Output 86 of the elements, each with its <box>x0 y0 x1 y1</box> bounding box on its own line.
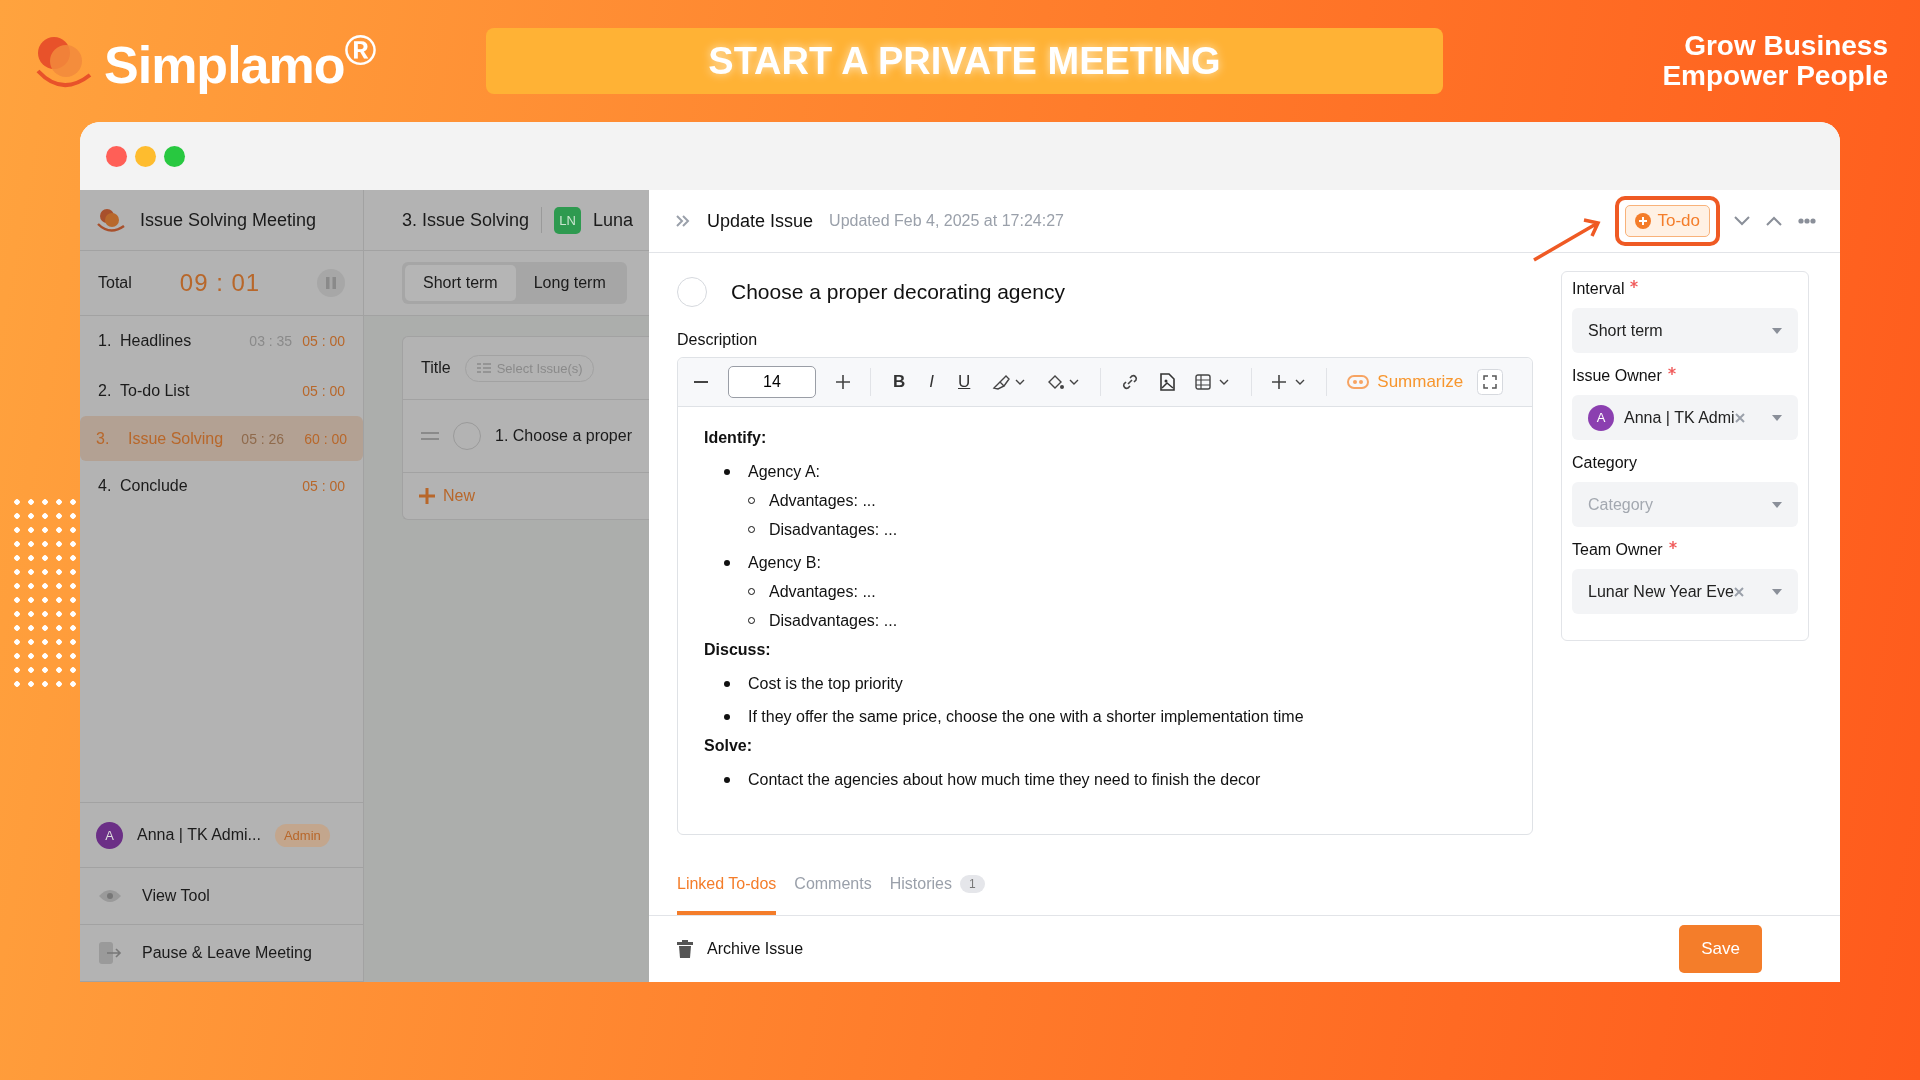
view-tool-item[interactable]: View Tool <box>80 868 363 925</box>
pause-icon <box>326 277 336 289</box>
section-heading: Identify: <box>704 429 768 447</box>
clear-icon[interactable] <box>1733 586 1744 597</box>
interval-tab[interactable]: Short term <box>405 265 516 301</box>
issue-title[interactable]: Choose a proper decorating agency <box>731 280 1065 304</box>
chevron-down-icon[interactable] <box>1734 216 1750 226</box>
select-field[interactable]: Short term <box>1572 308 1798 353</box>
font-size-field[interactable]: 14 <box>728 366 816 398</box>
tab[interactable]: Histories 1 <box>889 875 985 915</box>
clear-icon[interactable] <box>1734 412 1745 423</box>
leave-meeting-item[interactable]: Pause & Leave Meeting <box>80 925 363 982</box>
agenda-item[interactable]: 2. To-do List 05 : 00 <box>80 366 363 416</box>
meeting-title: Issue Solving Meeting <box>140 209 317 231</box>
list-item: Advantages: ... <box>769 491 876 510</box>
caret-icon <box>1772 501 1782 508</box>
more-icon[interactable] <box>1798 218 1816 224</box>
bullet-icon <box>724 776 730 783</box>
bullet-icon <box>724 559 730 566</box>
user-avatar: A <box>96 821 123 849</box>
team-badge: LN <box>554 206 582 234</box>
checklist-icon <box>475 362 492 374</box>
description-label: Description <box>677 331 759 349</box>
caret-icon <box>1772 414 1782 421</box>
total-timer: 09 : 01 <box>179 269 262 297</box>
collapse-icon[interactable] <box>675 214 691 228</box>
drag-handle-icon[interactable] <box>421 432 439 440</box>
total-label: Total <box>98 274 132 292</box>
field-label: Team Owner <box>1572 541 1663 559</box>
link-icon[interactable] <box>1121 373 1140 391</box>
field-label: Issue Owner <box>1572 367 1662 385</box>
bold-button[interactable]: B <box>891 372 908 392</box>
plus-icon <box>419 488 435 504</box>
fill-color-icon[interactable] <box>1046 374 1081 390</box>
brand-logo: Simplamo$^{®}$ <box>104 26 376 96</box>
select-field[interactable]: Lunar New Year Eve <box>1572 569 1798 614</box>
archive-button[interactable]: Archive Issue <box>677 940 804 958</box>
list-item: Disadvantages: ... <box>769 611 898 630</box>
team-name: Luna <box>593 209 634 231</box>
chevron-up-icon[interactable] <box>1766 216 1782 226</box>
insert-icon[interactable] <box>1272 374 1307 390</box>
highlighter-icon[interactable] <box>992 374 1027 390</box>
drawer-title: Update Issue <box>707 210 814 232</box>
role-badge: Admin <box>274 823 330 847</box>
caret-icon <box>1772 588 1782 595</box>
section-heading: Solve: <box>704 737 753 755</box>
underline-button[interactable]: U <box>956 372 973 392</box>
list-item: Agency A: <box>748 462 821 481</box>
tagline: Grow Business <box>1684 31 1888 61</box>
field-label: Category <box>1572 454 1637 472</box>
pause-button[interactable] <box>317 269 345 297</box>
bullet-icon <box>724 468 730 475</box>
agenda-item[interactable]: 4. Conclude 05 : 00 <box>80 461 363 511</box>
banner: START A PRIVATE MEETING <box>486 28 1443 94</box>
logo-icon <box>96 206 126 234</box>
list-item: Cost is the top priority <box>748 674 903 693</box>
maximize-icon[interactable] <box>164 145 185 167</box>
field-label: Interval <box>1572 280 1625 298</box>
fullscreen-icon[interactable] <box>1477 369 1504 395</box>
trash-icon <box>677 940 693 958</box>
step-title: 3. Issue Solving <box>402 209 530 231</box>
list-item: Advantages: ... <box>769 582 876 601</box>
plus-icon[interactable] <box>836 375 850 389</box>
user-name: Anna | TK Admi... <box>137 826 261 844</box>
robot-icon <box>1347 375 1370 389</box>
italic-button[interactable]: I <box>927 372 936 392</box>
list-item: If they offer the same price, choose the one with a shorter implementation time <box>748 707 1304 726</box>
close-icon[interactable] <box>106 145 127 167</box>
plus-circle-icon <box>1635 213 1652 229</box>
exit-icon <box>98 941 122 965</box>
updated-time: Updated Feb 4, 2025 at 17:24:27 <box>829 212 1064 230</box>
list-item: Agency B: <box>748 553 821 572</box>
caret-icon <box>1772 327 1782 334</box>
eye-icon <box>98 888 122 904</box>
minimize-icon[interactable] <box>135 145 156 167</box>
image-file-icon[interactable] <box>1159 373 1176 391</box>
list-item: Disadvantages: ... <box>769 520 898 539</box>
issue-title[interactable]: 1. Choose a proper <box>495 427 632 445</box>
bullet-icon <box>724 680 730 687</box>
select-field[interactable]: A Anna | TK Admi <box>1572 395 1798 440</box>
column-title: Title <box>421 359 451 377</box>
tagline: Empower People <box>1662 61 1888 91</box>
bullet-icon <box>724 713 730 720</box>
list-item: Contact the agencies about how much time they need to finish the decor <box>748 770 1261 789</box>
section-heading: Discuss: <box>704 641 772 659</box>
interval-tab[interactable]: Long term <box>515 265 624 301</box>
